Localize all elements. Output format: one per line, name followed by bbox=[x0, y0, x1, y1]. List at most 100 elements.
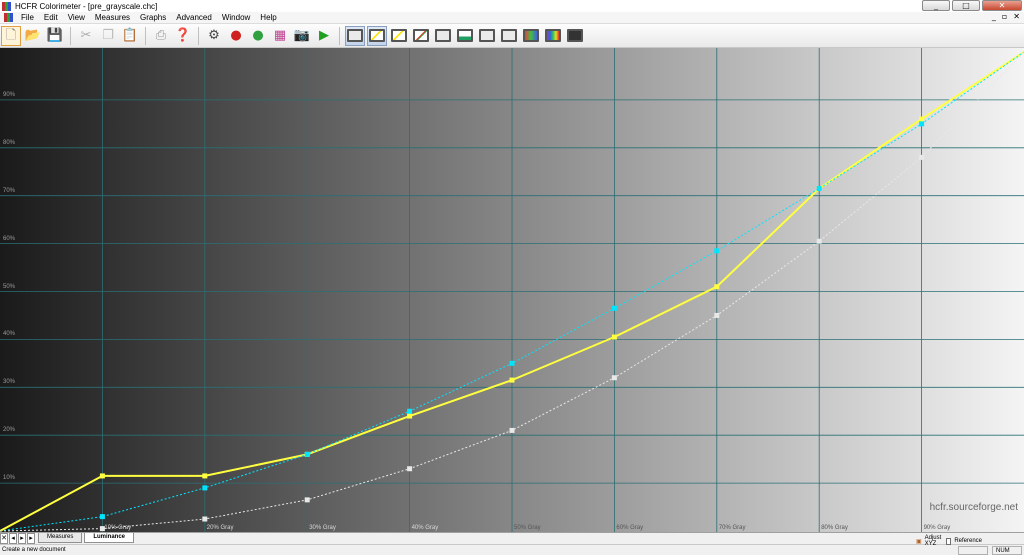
data-point-series-3[interactable] bbox=[202, 516, 208, 522]
close-button[interactable]: ✕ bbox=[982, 0, 1022, 11]
data-point-series-3[interactable] bbox=[611, 375, 617, 381]
data-point-series-2[interactable] bbox=[919, 121, 925, 127]
view-gamma-button[interactable] bbox=[389, 26, 409, 46]
data-point-series-2[interactable] bbox=[407, 408, 413, 414]
tab-last-button[interactable]: ▸ bbox=[27, 533, 35, 544]
data-point-series-2[interactable] bbox=[509, 360, 515, 366]
tab-next-button[interactable]: ▸ bbox=[18, 533, 26, 544]
view-color-temp-button[interactable] bbox=[455, 26, 475, 46]
cut-button[interactable]: ✂ bbox=[76, 26, 96, 46]
open-button[interactable]: 📂 bbox=[23, 26, 43, 46]
mdi-restore-button[interactable]: ▫ bbox=[1002, 12, 1007, 21]
toolbar-separator bbox=[198, 26, 199, 45]
tab-measures[interactable]: Measures bbox=[38, 533, 83, 543]
help-button[interactable]: ❓ bbox=[173, 26, 193, 46]
data-point-series-1[interactable] bbox=[714, 284, 720, 290]
view-rgb-levels-button[interactable] bbox=[411, 26, 431, 46]
data-point-series-1[interactable] bbox=[509, 377, 515, 383]
data-point-series-2[interactable] bbox=[304, 451, 310, 457]
reference-checkbox[interactable] bbox=[946, 537, 952, 545]
data-point-series-1[interactable] bbox=[99, 473, 105, 479]
view-saturation-button[interactable] bbox=[499, 26, 519, 46]
view-near-black-button[interactable] bbox=[565, 26, 585, 46]
view-spectrum-button[interactable] bbox=[543, 26, 563, 46]
camera-icon: 📷 bbox=[293, 28, 311, 43]
data-point-series-3[interactable] bbox=[919, 154, 925, 160]
luminance-graph[interactable]: 10% 20% 30% 40% 50% 60% 70% 80% 90% 10% Gray 20% … bbox=[0, 48, 1024, 532]
menu-window[interactable]: Window bbox=[217, 13, 255, 22]
paste-button[interactable]: 📋 bbox=[120, 26, 140, 46]
data-point-series-2[interactable] bbox=[611, 305, 617, 311]
document-icon[interactable] bbox=[4, 13, 13, 22]
x-tick-label: 90% Gray bbox=[923, 525, 951, 531]
menu-file[interactable]: File bbox=[16, 13, 39, 22]
y-tick-label: 40% bbox=[3, 331, 16, 338]
data-point-series-1[interactable] bbox=[407, 413, 413, 419]
near-black-monitor-icon bbox=[567, 29, 583, 42]
data-point-series-2[interactable] bbox=[816, 186, 822, 192]
open-folder-icon: 📂 bbox=[24, 28, 42, 43]
menu-help[interactable]: Help bbox=[255, 13, 281, 22]
data-point-series-3[interactable] bbox=[816, 238, 822, 244]
save-disk-icon: 💾 bbox=[46, 28, 64, 43]
view-colors-button[interactable] bbox=[521, 26, 541, 46]
y-tick-label: 90% bbox=[3, 91, 16, 98]
copy-button[interactable]: ❐ bbox=[98, 26, 118, 46]
maximize-button[interactable]: □ bbox=[952, 0, 980, 11]
data-point-series-1[interactable] bbox=[919, 116, 925, 122]
data-point-series-2[interactable] bbox=[714, 248, 720, 254]
sensor-button[interactable]: ⚙ bbox=[204, 26, 224, 46]
y-tick-label: 80% bbox=[3, 139, 16, 146]
mdi-close-button[interactable]: ✕ bbox=[1013, 12, 1020, 21]
new-document-button[interactable]: 🗋 bbox=[1, 25, 21, 46]
adjust-xyz-icon[interactable]: ▣ bbox=[916, 538, 922, 545]
y-tick-label: 70% bbox=[3, 187, 16, 194]
print-button[interactable]: ⎙ bbox=[151, 26, 171, 46]
toolbar-separator bbox=[339, 26, 340, 45]
reference-label: Reference bbox=[954, 538, 982, 544]
camera-button[interactable]: 📷 bbox=[292, 26, 312, 46]
data-point-series-1[interactable] bbox=[202, 473, 208, 479]
x-tick-label: 80% Gray bbox=[821, 525, 848, 531]
tab-luminance[interactable]: Luminance bbox=[84, 533, 135, 543]
data-point-series-3[interactable] bbox=[509, 427, 515, 433]
tab-close-button[interactable]: ✕ bbox=[0, 533, 8, 544]
view-cie-button[interactable] bbox=[477, 26, 497, 46]
color-grid-button[interactable]: ▦ bbox=[270, 26, 290, 46]
sheet-tabs: ✕ ◂ ▸ ▸ Measures Luminance bbox=[0, 532, 1024, 544]
tab-prev-button[interactable]: ◂ bbox=[9, 533, 17, 544]
x-tick-label: 40% Gray bbox=[411, 525, 439, 531]
minimize-button[interactable]: _ bbox=[922, 0, 950, 11]
view-luminance-button[interactable] bbox=[367, 25, 387, 46]
data-point-series-2[interactable] bbox=[202, 485, 208, 491]
run-button[interactable]: ▶ bbox=[314, 26, 334, 46]
save-button[interactable]: 💾 bbox=[45, 26, 65, 46]
data-point-series-3[interactable] bbox=[714, 312, 720, 318]
app-icon[interactable] bbox=[2, 1, 11, 11]
luminance-monitor-icon bbox=[369, 29, 385, 42]
menu-advanced[interactable]: Advanced bbox=[171, 13, 217, 22]
x-tick-label: 50% Gray bbox=[514, 525, 541, 531]
num-lock-indicator: NUM bbox=[992, 546, 1022, 555]
menu-view[interactable]: View bbox=[63, 13, 90, 22]
rgb-primaries-button[interactable]: ● bbox=[226, 26, 246, 46]
view-delta-e-button[interactable] bbox=[433, 26, 453, 46]
view-monitor-1-button[interactable] bbox=[345, 25, 365, 46]
data-point-series-3[interactable] bbox=[407, 466, 413, 472]
color-grid-icon: ▦ bbox=[273, 28, 287, 43]
menu-measures[interactable]: Measures bbox=[90, 13, 135, 22]
secondaries-button[interactable]: ● bbox=[248, 26, 268, 46]
watermark: hcfr.sourceforge.net bbox=[929, 502, 1018, 513]
y-tick-label: 60% bbox=[3, 235, 16, 242]
toolbar-separator bbox=[145, 26, 146, 45]
menu-graphs[interactable]: Graphs bbox=[135, 13, 171, 22]
mdi-minimize-button[interactable]: _ bbox=[992, 12, 996, 21]
color-temp-monitor-icon bbox=[457, 29, 473, 42]
y-tick-label: 10% bbox=[3, 475, 16, 482]
status-pane-empty bbox=[958, 546, 988, 555]
menu-edit[interactable]: Edit bbox=[39, 13, 63, 22]
data-point-series-1[interactable] bbox=[611, 334, 617, 340]
data-point-series-2[interactable] bbox=[99, 514, 105, 520]
paste-icon: 📋 bbox=[121, 28, 139, 43]
data-point-series-3[interactable] bbox=[304, 497, 310, 503]
